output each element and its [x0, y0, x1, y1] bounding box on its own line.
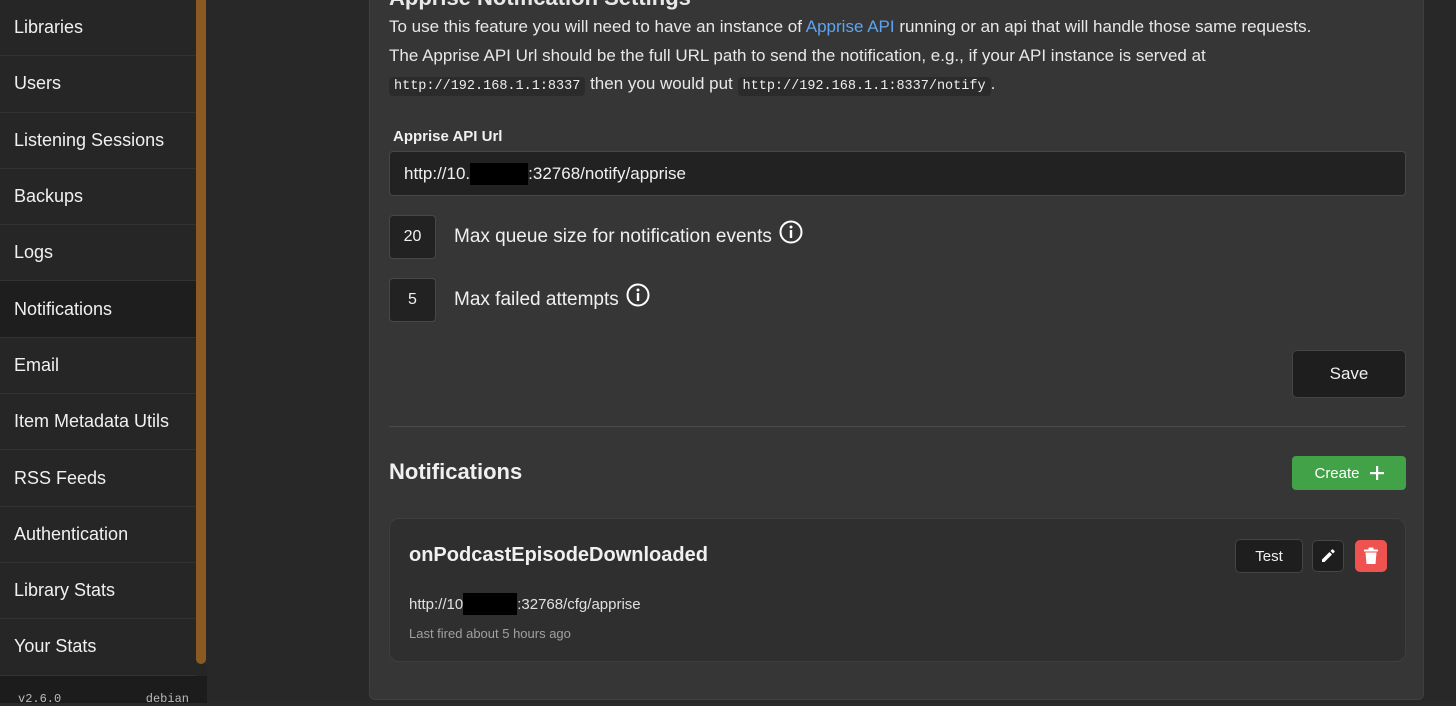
- notifications-heading: Notifications: [389, 459, 523, 484]
- sidebar-item-library-stats[interactable]: Library Stats: [0, 563, 196, 620]
- save-button[interactable]: Save: [1292, 350, 1406, 398]
- sidebar-item-libraries[interactable]: Libraries: [0, 0, 196, 57]
- platform-label: debian: [145, 692, 189, 706]
- edit-button[interactable]: [1312, 540, 1344, 572]
- sidebar-item-logs[interactable]: Logs: [0, 225, 196, 282]
- desc-text-4: then you would put: [585, 74, 738, 93]
- trash-icon: [1364, 547, 1378, 564]
- sidebar-item-item-metadata-utils[interactable]: Item Metadata Utils: [0, 394, 196, 451]
- create-notification-button[interactable]: Create: [1292, 456, 1406, 490]
- sidebar-scrollbar[interactable]: [196, 0, 207, 664]
- notification-settings-panel: Apprise Notification Settings To use thi…: [369, 0, 1424, 700]
- apprise-url-label: Apprise API Url: [393, 128, 503, 145]
- code-example-notify: http://192.168.1.1:8337/notify: [737, 77, 991, 96]
- notification-event-name: onPodcastEpisodeDownloaded: [409, 544, 708, 566]
- max-failed-input[interactable]: 5: [389, 278, 436, 322]
- url-suffix: :32768/notify/apprise: [528, 163, 687, 183]
- sidebar-item-backups[interactable]: Backups: [0, 169, 196, 226]
- sidebar-footer: v2.6.0 debian: [0, 676, 207, 706]
- max-failed-row: 5 Max failed attempts: [389, 278, 651, 322]
- divider: [389, 426, 1406, 427]
- max-queue-input[interactable]: 20: [389, 215, 436, 259]
- sidebar-item-your-stats[interactable]: Your Stats: [0, 619, 196, 676]
- apprise-api-link[interactable]: Apprise API: [806, 17, 895, 36]
- notification-card: onPodcastEpisodeDownloaded http://10 :327…: [389, 518, 1406, 662]
- apprise-url-input[interactable]: http://10. :32768/notify/apprise: [389, 151, 1406, 196]
- version-label[interactable]: v2.6.0: [18, 692, 61, 706]
- sidebar-item-rss-feeds[interactable]: RSS Feeds: [0, 450, 196, 507]
- pencil-icon: [1322, 549, 1335, 562]
- card-url-prefix: http://10: [409, 595, 464, 613]
- delete-button[interactable]: [1355, 540, 1387, 572]
- sidebar-item-authentication[interactable]: Authentication: [0, 507, 196, 563]
- sidebar-item-listening-sessions[interactable]: Listening Sessions: [0, 113, 196, 169]
- sidebar-scroll-thumb[interactable]: [196, 0, 206, 664]
- info-icon[interactable]: [625, 282, 651, 308]
- desc-text-1: To use this feature you will need to hav…: [389, 17, 806, 36]
- apprise-description: To use this feature you will need to hav…: [389, 13, 1406, 102]
- sidebar-item-notifications[interactable]: Notifications: [0, 281, 196, 338]
- create-label: Create: [1314, 464, 1360, 482]
- sidebar-item-users[interactable]: Users: [0, 56, 196, 113]
- desc-text-5: .: [990, 74, 996, 93]
- max-queue-row: 20 Max queue size for notification event…: [389, 215, 804, 259]
- desc-text-3: The Apprise API Url should be the full U…: [389, 45, 1206, 65]
- max-failed-label: Max failed attempts: [454, 289, 619, 310]
- card-url-suffix: :32768/cfg/apprise: [517, 595, 641, 613]
- test-button[interactable]: Test: [1235, 539, 1303, 573]
- main-content: Apprise Notification Settings To use thi…: [207, 0, 1456, 703]
- info-icon[interactable]: [778, 219, 804, 245]
- url-prefix: http://10.: [404, 163, 471, 183]
- redacted-block: [463, 593, 518, 615]
- sidebar-item-email[interactable]: Email: [0, 338, 196, 395]
- max-queue-label: Max queue size for notification events: [454, 226, 772, 247]
- plus-icon: [1369, 466, 1384, 480]
- section-title: Apprise Notification Settings: [389, 0, 691, 11]
- notification-url: http://10 :32768/cfg/apprise: [409, 593, 641, 615]
- sidebar-nav-list: Libraries Users Listening Sessions Backu…: [0, 0, 196, 676]
- desc-text-2: running or an api that will handle those…: [894, 17, 1312, 36]
- redacted-block: [470, 162, 529, 185]
- code-example-base: http://192.168.1.1:8337: [389, 77, 586, 96]
- last-fired-text: Last fired about 5 hours ago: [409, 626, 571, 641]
- settings-sidebar: Libraries Users Listening Sessions Backu…: [0, 0, 207, 706]
